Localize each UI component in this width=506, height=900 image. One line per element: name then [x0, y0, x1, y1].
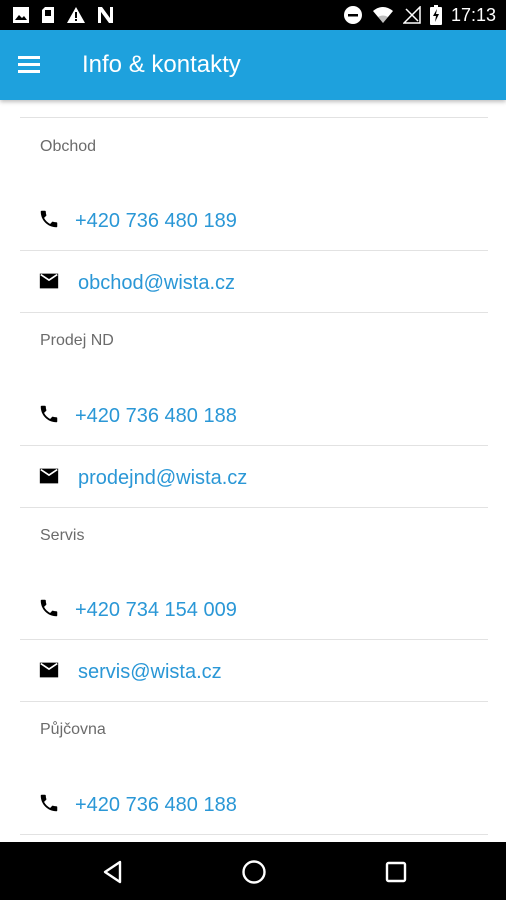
navigation-bar [0, 842, 506, 900]
divider [20, 117, 488, 118]
phone-link[interactable]: +420 736 480 188 [75, 405, 237, 427]
phone-link[interactable]: +420 736 480 188 [75, 794, 237, 816]
sd-card-icon [40, 6, 56, 24]
section-label-servis: Servis [40, 527, 85, 544]
status-time: 17:13 [450, 5, 496, 25]
wifi-icon [372, 6, 394, 24]
phone-link[interactable]: +420 734 154 009 [75, 599, 237, 621]
phone-link[interactable]: +420 736 480 189 [75, 210, 237, 232]
email-icon [38, 659, 60, 681]
app-bar: Info & kontakty [0, 30, 506, 100]
section-label-pujcovna: Půjčovna [40, 721, 106, 738]
email-row-prodej-nd[interactable]: prodejnd@wista.cz [0, 455, 506, 499]
email-link[interactable]: obchod@wista.cz [78, 272, 235, 294]
back-icon[interactable] [99, 858, 127, 886]
battery-charging-icon [429, 5, 442, 25]
divider [20, 250, 488, 251]
email-row-servis[interactable]: servis@wista.cz [0, 649, 506, 693]
phone-icon [38, 208, 60, 230]
phone-row-pujcovna[interactable]: +420 736 480 188 [0, 782, 506, 826]
phone-row-obchod[interactable]: +420 736 480 189 [0, 198, 506, 242]
warning-icon [66, 6, 86, 24]
email-link[interactable]: prodejnd@wista.cz [78, 467, 247, 489]
divider [20, 701, 488, 702]
email-link[interactable]: servis@wista.cz [78, 661, 222, 683]
divider [20, 639, 488, 640]
phone-icon [38, 403, 60, 425]
phone-icon [38, 597, 60, 619]
home-icon[interactable] [240, 858, 268, 886]
phone-row-prodej-nd[interactable]: +420 736 480 188 [0, 393, 506, 437]
divider [20, 834, 488, 835]
n-icon [96, 6, 114, 24]
divider [20, 445, 488, 446]
page-title: Info & kontakty [82, 51, 241, 78]
no-signal-icon [402, 6, 421, 24]
email-icon [38, 465, 60, 487]
email-icon [38, 270, 60, 292]
dnd-icon [343, 5, 363, 25]
divider [20, 312, 488, 313]
hamburger-menu-icon[interactable] [16, 52, 44, 78]
status-bar: 17:13 [0, 0, 506, 30]
phone-row-servis[interactable]: +420 734 154 009 [0, 587, 506, 631]
section-label-prodej-nd: Prodej ND [40, 332, 114, 349]
section-label-obchod: Obchod [40, 138, 97, 155]
contact-list[interactable]: Obchod +420 736 480 189 obchod@wista.cz … [0, 100, 506, 842]
recents-icon[interactable] [382, 858, 410, 886]
email-row-obchod[interactable]: obchod@wista.cz [0, 260, 506, 304]
divider [20, 507, 488, 508]
phone-icon [38, 792, 60, 814]
image-icon [12, 6, 30, 24]
